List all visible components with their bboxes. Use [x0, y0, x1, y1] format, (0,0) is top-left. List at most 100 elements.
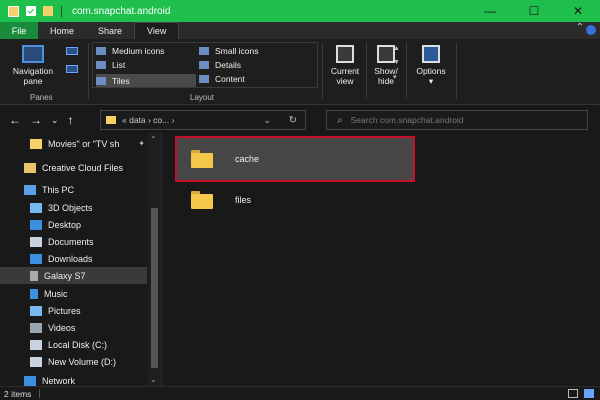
nav-item-galaxy-s7[interactable]: Galaxy S7 — [0, 267, 147, 284]
downloads-icon — [30, 253, 42, 264]
layout-list[interactable]: List — [96, 60, 125, 70]
minimize-button[interactable]: — — [468, 0, 512, 22]
folder-icon — [191, 191, 213, 209]
nav-item-documents[interactable]: Documents — [0, 233, 147, 250]
videos-icon — [30, 322, 42, 333]
details-view-icon[interactable] — [568, 389, 578, 398]
current-view-label-2: view — [336, 76, 354, 86]
layout-item-label: Medium icons — [112, 46, 165, 56]
divider — [406, 43, 407, 99]
item-count: 2 items — [4, 388, 32, 399]
scrollbar-thumb[interactable] — [151, 208, 158, 368]
nav-item-label: Network — [42, 376, 76, 386]
options-icon — [422, 45, 440, 63]
layout-tiles[interactable]: Tiles — [96, 74, 196, 87]
network-icon — [24, 376, 36, 386]
tab-view[interactable]: View — [134, 22, 180, 39]
nav-item-local-disk-c[interactable]: Local Disk (C:) — [0, 336, 147, 353]
nav-item-label: Documents — [48, 236, 94, 247]
breadcrumb[interactable]: « data › co... › — [122, 115, 174, 125]
nav-item-new-volume-d[interactable]: New Volume (D:) — [0, 353, 147, 370]
preview-pane-icon[interactable] — [66, 47, 78, 55]
documents-icon — [30, 236, 42, 247]
list-item[interactable]: cache — [175, 136, 415, 182]
new-folder-icon[interactable] — [43, 6, 53, 16]
current-view-button[interactable]: Current view — [326, 45, 364, 86]
nav-item-videos[interactable]: Videos — [0, 319, 147, 336]
nav-item-movies[interactable]: Movies" or "TV sh ✦ — [0, 135, 147, 152]
layout-group-label: Layout — [190, 93, 215, 102]
recent-locations-button[interactable]: ⌄ — [51, 115, 59, 126]
layout-medium-icons[interactable]: Medium icons — [96, 46, 164, 56]
search-icon: ⌕ — [337, 114, 343, 126]
ribbon: Navigation pane Panes Medium icons Small… — [0, 39, 600, 105]
file-list: cache files — [163, 133, 600, 386]
medium-icons-icon — [96, 47, 106, 55]
ribbon-tabs: File Home Share View — [0, 22, 600, 39]
show-hide-button[interactable]: Show/ hide — [368, 45, 404, 86]
chevron-down-icon: ▾ — [428, 76, 434, 86]
chevron-down-icon[interactable]: ⌄ — [263, 115, 271, 126]
layout-item-label: List — [112, 60, 126, 70]
list-icon — [96, 61, 106, 69]
show-hide-label-1: Show/ — [374, 66, 398, 76]
help-icon[interactable] — [586, 25, 596, 35]
layout-content[interactable]: Content — [199, 74, 245, 84]
phone-icon — [30, 270, 38, 281]
tab-share[interactable]: Share — [86, 22, 134, 39]
nav-item-music[interactable]: Music — [0, 285, 147, 302]
layout-small-icons[interactable]: Small icons — [199, 46, 258, 56]
nav-item-label: Local Disk (C:) — [48, 339, 108, 350]
file-name: files — [235, 195, 252, 205]
file-name: cache — [235, 154, 260, 164]
title-bar: com.snapchat.android — ☐ ✕ — [0, 0, 600, 22]
search-placeholder: Search com.snapchat.android — [350, 115, 464, 125]
tab-file[interactable]: File — [0, 22, 38, 39]
layout-details[interactable]: Details — [199, 60, 241, 70]
3d-objects-icon — [30, 202, 42, 213]
divider — [39, 389, 41, 398]
folder-icon — [191, 150, 213, 168]
up-button[interactable]: ↑ — [68, 113, 74, 127]
details-pane-icon[interactable] — [66, 65, 78, 73]
list-item[interactable]: files — [177, 179, 413, 221]
pictures-icon — [30, 305, 42, 316]
options-button[interactable]: Options ▾ — [408, 45, 454, 86]
back-button[interactable]: ← — [9, 113, 21, 127]
music-icon — [30, 288, 38, 299]
nav-scrollbar[interactable]: ⌃ ⌄ — [148, 133, 161, 386]
layout-item-label: Details — [215, 60, 241, 70]
nav-item-label: Creative Cloud Files — [42, 162, 124, 173]
creative-cloud-icon — [24, 162, 36, 173]
address-bar-row: ← → ⌄ ↑ « data › co... › ⌄ ↻ ⌕ Search co… — [0, 107, 600, 133]
navigation-pane-button[interactable]: Navigation pane — [6, 45, 60, 86]
chevron-down-icon[interactable]: ⌄ — [150, 375, 157, 384]
address-field[interactable]: « data › co... › ⌄ ↻ — [100, 110, 306, 130]
window-title: com.snapchat.android — [72, 5, 171, 17]
forward-button[interactable]: → — [30, 113, 42, 127]
drive-icon — [30, 356, 42, 367]
drive-icon — [30, 339, 42, 350]
desktop-icon — [30, 219, 42, 230]
nav-item-3d-objects[interactable]: 3D Objects — [0, 199, 147, 216]
close-button[interactable]: ✕ — [556, 0, 600, 22]
tiles-icon — [96, 76, 106, 85]
large-icons-view-icon[interactable] — [584, 389, 594, 398]
tab-home[interactable]: Home — [38, 22, 86, 39]
chevron-up-icon[interactable]: ⌃ — [150, 135, 157, 144]
refresh-icon[interactable]: ↻ — [289, 115, 297, 126]
divider — [88, 43, 89, 99]
nav-item-desktop[interactable]: Desktop — [0, 216, 147, 233]
nav-item-pictures[interactable]: Pictures — [0, 302, 147, 319]
nav-item-label: New Volume (D:) — [48, 356, 117, 367]
chevron-up-icon[interactable]: ⌃ — [576, 22, 584, 33]
maximize-button[interactable]: ☐ — [512, 0, 556, 22]
nav-item-creative-cloud[interactable]: Creative Cloud Files — [0, 159, 147, 176]
nav-item-downloads[interactable]: Downloads — [0, 250, 147, 267]
nav-item-this-pc[interactable]: This PC — [0, 181, 147, 198]
show-hide-icon — [377, 45, 395, 63]
navigation-pane-label-2: pane — [23, 76, 43, 86]
nav-item-label: Movies" or "TV sh — [48, 138, 120, 149]
properties-icon[interactable] — [26, 6, 36, 16]
search-input[interactable]: ⌕ Search com.snapchat.android — [326, 110, 588, 130]
